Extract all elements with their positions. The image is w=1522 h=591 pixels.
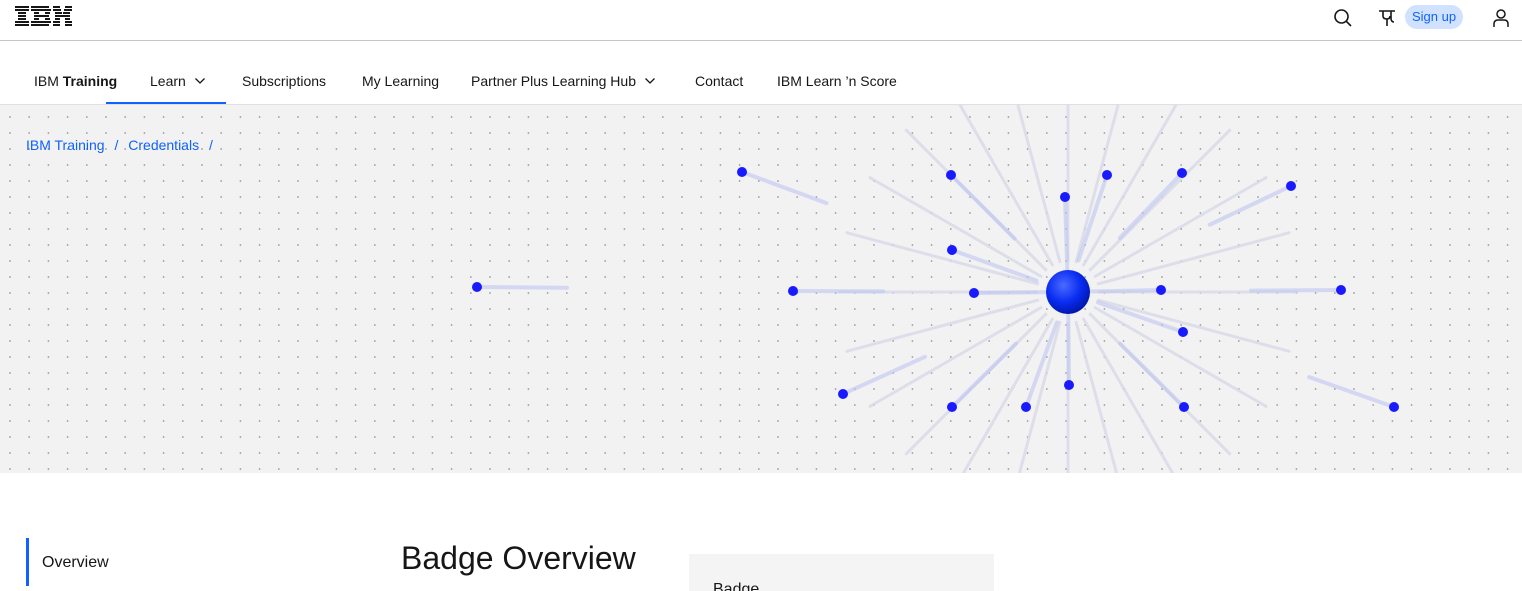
hero-network-illustration — [9, 105, 1509, 473]
nav-item-partner-plus[interactable]: Partner Plus Learning Hub — [471, 41, 656, 104]
ibm-logo[interactable] — [15, 6, 73, 26]
nav-brand-ibm-training[interactable]: IBM Training — [34, 41, 117, 104]
chevron-down-icon — [194, 78, 205, 84]
breadcrumb-link-credentials[interactable]: Credentials — [128, 137, 199, 153]
breadcrumb-separator: / — [208, 137, 213, 153]
user-icon[interactable] — [1489, 6, 1513, 30]
language-icon[interactable] — [1375, 6, 1399, 30]
badge-card-label: Badge — [713, 581, 760, 591]
side-nav: Overview — [26, 538, 109, 586]
breadcrumb-separator: / — [114, 137, 119, 153]
breadcrumb-link-ibm-training[interactable]: IBM Training — [26, 137, 105, 153]
hero-banner: IBM Training / Credentials / — [0, 105, 1522, 473]
sign-up-button[interactable]: Sign up — [1405, 5, 1463, 29]
chevron-down-icon — [645, 78, 655, 84]
search-icon[interactable] — [1331, 6, 1355, 30]
main-nav: IBM Training Learn Subscriptions My Lear… — [0, 41, 1522, 105]
nav-item-subscriptions[interactable]: Subscriptions — [242, 41, 326, 104]
badge-card: Badge — [689, 554, 994, 591]
page-title: Badge Overview — [401, 540, 636, 576]
nav-item-label: Partner Plus Learning Hub — [471, 73, 636, 89]
nav-item-contact[interactable]: Contact — [695, 41, 743, 104]
nav-item-label: Learn — [150, 73, 186, 89]
breadcrumb: IBM Training / Credentials / — [26, 137, 219, 153]
side-nav-item-overview[interactable]: Overview — [42, 554, 109, 572]
nav-item-learn[interactable]: Learn — [106, 41, 226, 104]
nav-item-my-learning[interactable]: My Learning — [362, 41, 439, 104]
masthead: Sign up — [0, 0, 1522, 41]
nav-brand-prefix: IBM — [34, 73, 59, 89]
nav-item-learn-n-score[interactable]: IBM Learn ’n Score — [777, 41, 897, 104]
